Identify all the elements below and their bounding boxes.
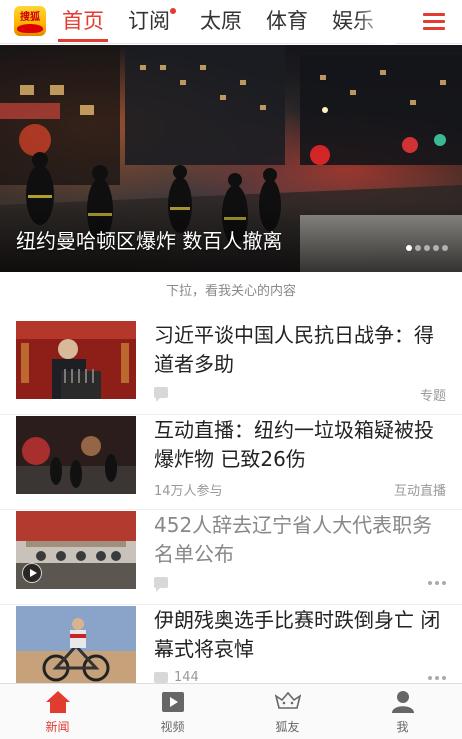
news-thumbnail	[16, 416, 136, 494]
bottom-navigation: 新闻 视频 狐友 我	[0, 683, 462, 739]
news-thumbnail	[16, 511, 136, 589]
more-options-icon[interactable]	[428, 676, 446, 680]
hero-title: 纽约曼哈顿区爆炸 数百人撤离	[16, 229, 283, 253]
news-title: 习近平谈中国人民抗日战争：得道者多助	[154, 323, 434, 376]
nav-news-label: 新闻	[45, 720, 70, 734]
home-icon	[46, 691, 70, 713]
carousel-dot	[406, 245, 412, 251]
sohu-logo[interactable]: 搜狐	[14, 6, 46, 36]
news-tag: 互动直播	[393, 484, 446, 499]
comment-icon	[154, 387, 168, 402]
tab-taiyuan[interactable]: 太原	[200, 6, 242, 42]
nav-me[interactable]: 我	[345, 684, 460, 739]
tab-home[interactable]: 首页	[58, 6, 108, 42]
participant-count: 14万人参与	[154, 484, 223, 499]
tab-subscribe-label: 订阅	[128, 9, 170, 33]
news-title: 伊朗残奥选手比赛时跌倒身亡 闭幕式将哀悼	[154, 608, 441, 661]
comment-icon	[154, 577, 168, 592]
nav-me-label: 我	[396, 720, 409, 734]
user-profile-icon	[392, 691, 414, 713]
news-item[interactable]: 452人辞去辽宁省人大代表职务 名单公布	[0, 511, 462, 605]
nav-video[interactable]: 视频	[115, 684, 230, 739]
tabs-fade	[356, 0, 396, 44]
nav-fox-friends-label: 狐友	[275, 720, 300, 734]
carousel-indicator	[403, 236, 448, 251]
nav-fox-friends[interactable]: 狐友	[230, 684, 345, 739]
logo-text: 搜狐	[20, 12, 40, 23]
tab-sports[interactable]: 体育	[266, 6, 308, 42]
comment-icon	[154, 672, 168, 687]
hero-banner[interactable]: 纽约曼哈顿区爆炸 数百人撤离	[0, 45, 462, 272]
news-title: 452人辞去辽宁省人大代表职务 名单公布	[154, 513, 433, 566]
logo-swoosh-icon	[17, 24, 43, 33]
carousel-dot	[424, 245, 430, 251]
more-options-icon[interactable]	[428, 581, 446, 585]
carousel-dot	[415, 245, 421, 251]
carousel-dot	[433, 245, 439, 251]
fox-friends-icon	[275, 691, 301, 709]
nav-news[interactable]: 新闻	[0, 684, 115, 739]
video-play-icon	[162, 692, 184, 712]
new-content-dot	[170, 8, 176, 14]
news-item[interactable]: 互动直播：纽约一垃圾箱疑被投爆炸物 已致26伤 14万人参与 互动直播	[0, 416, 462, 510]
carousel-dot	[442, 245, 448, 251]
channel-tabs: 首页 订阅 太原 体育 娱乐 财	[56, 0, 396, 44]
pull-to-refresh-hint: 下拉，看我关心的内容	[165, 284, 296, 299]
news-thumbnail	[16, 606, 136, 684]
hamburger-menu-icon[interactable]	[420, 8, 448, 36]
nav-video-label: 视频	[160, 720, 185, 734]
tab-subscribe[interactable]: 订阅	[128, 6, 176, 42]
news-thumbnail	[16, 321, 136, 399]
top-channel-bar: 搜狐 首页 订阅 太原 体育 娱乐 财	[0, 0, 462, 44]
news-title: 互动直播：纽约一垃圾箱疑被投爆炸物 已致26伤	[154, 418, 434, 471]
news-item[interactable]: 习近平谈中国人民抗日战争：得道者多助 专题	[0, 321, 462, 415]
news-tag: 专题	[419, 389, 446, 404]
video-play-icon	[22, 563, 42, 583]
